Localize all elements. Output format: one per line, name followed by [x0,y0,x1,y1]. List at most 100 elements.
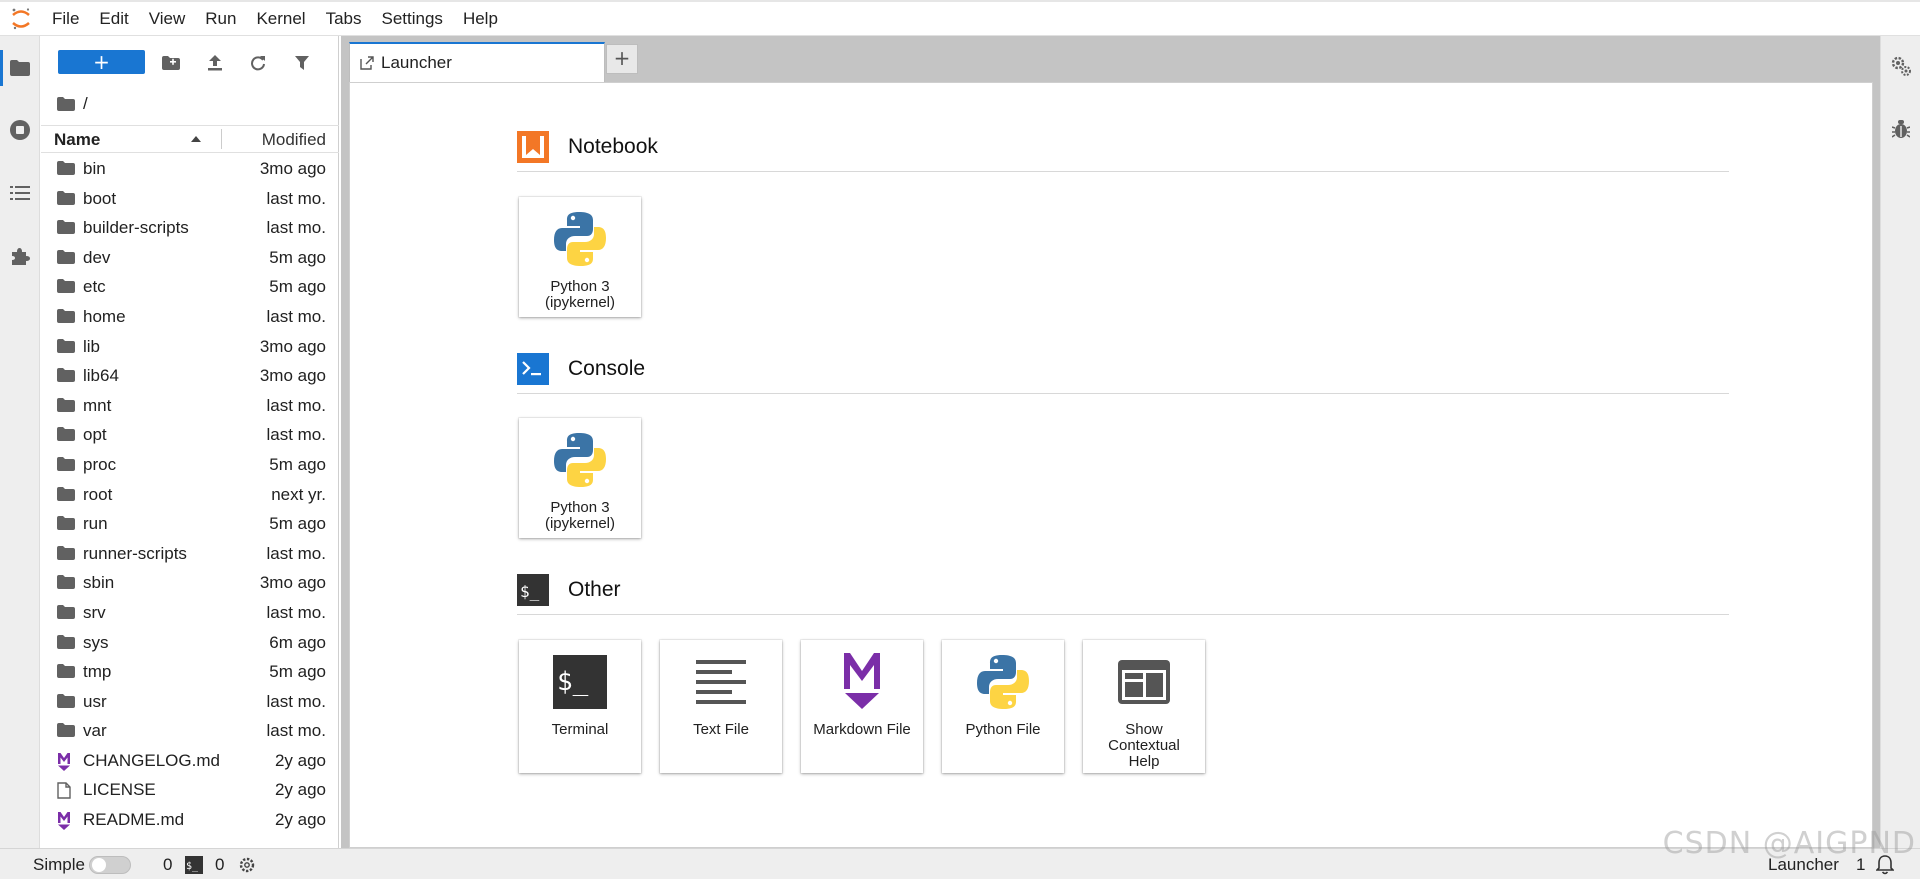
folder-icon [57,516,75,532]
folder-icon [57,279,75,295]
console-python3-card[interactable]: Python 3 (ipykernel) [519,418,641,538]
table-of-contents-icon[interactable] [8,181,32,205]
section-divider [517,614,1729,615]
menu-settings[interactable]: Settings [372,2,453,36]
file-name: var [83,721,107,741]
new-folder-icon[interactable] [160,52,182,74]
folder-icon [57,161,75,177]
kernel-status-gear-icon[interactable] [238,855,256,875]
file-row[interactable]: srv last mo. [41,598,339,628]
file-row[interactable]: usr last mo. [41,687,339,717]
contextual-help-card[interactable]: Show Contextual Help [1083,640,1205,773]
file-row[interactable]: var last mo. [41,716,339,746]
file-row[interactable]: lib64 3mo ago [41,361,339,391]
file-row[interactable]: sbin 3mo ago [41,568,339,598]
extensions-puzzle-icon[interactable] [8,244,32,268]
file-name: proc [83,454,117,474]
terminal-count[interactable]: 0 [215,855,224,875]
file-row[interactable]: bin 3mo ago [41,154,339,184]
new-tab-button[interactable]: + [606,44,638,74]
file-row[interactable]: home last mo. [41,302,339,332]
root-folder-icon[interactable] [57,97,75,111]
file-row[interactable]: CHANGELOG.md 2y ago [41,746,339,776]
file-row[interactable]: boot last mo. [41,184,339,214]
active-tab-indicator [0,50,3,86]
terminal-icon: $_ [519,650,641,714]
launcher-panel: Notebook Python 3 (ipykernel) Console Py… [349,82,1873,848]
running-sessions-icon[interactable] [8,118,32,142]
markdown-file-icon [57,812,75,831]
python-logo-icon [942,650,1064,714]
file-modified: last mo. [266,721,326,741]
file-row[interactable]: README.md 2y ago [41,805,339,835]
file-row[interactable]: opt last mo. [41,420,339,450]
file-row[interactable]: run 5m ago [41,509,339,539]
section-divider [517,393,1729,394]
menu-edit[interactable]: Edit [89,2,138,36]
tab-launcher[interactable]: Launcher [349,42,605,82]
file-row[interactable]: etc 5m ago [41,272,339,302]
file-modified: 3mo ago [259,159,326,178]
file-list: bin 3mo ago boot last mo. builder-scripts las… [41,154,339,835]
file-row[interactable]: dev 5m ago [41,243,339,273]
python-file-card[interactable]: Python File [942,640,1064,773]
file-row[interactable]: lib 3mo ago [41,332,339,362]
menu-tabs[interactable]: Tabs [316,2,372,36]
file-modified: last mo. [266,188,326,208]
text-file-icon [660,650,782,714]
folder-icon[interactable] [8,56,32,80]
menu-kernel[interactable]: Kernel [246,2,315,36]
file-name: run [83,514,108,534]
file-row[interactable]: LICENSE 2y ago [41,775,339,805]
file-row[interactable]: root next yr. [41,480,339,510]
breadcrumb-path[interactable]: / [83,94,88,114]
notebook-icon [517,131,549,163]
notebook-python3-card[interactable]: Python 3 (ipykernel) [519,197,641,317]
menu-bar: File Edit View Run Kernel Tabs Settings … [0,0,1920,36]
text-file-card[interactable]: Text File [660,640,782,773]
file-name: dev [83,247,111,267]
terminal-card[interactable]: $_ Terminal [519,640,641,773]
folder-icon [57,693,75,710]
file-name: bin [83,159,106,178]
filter-icon[interactable] [291,52,313,74]
sort-ascending-icon[interactable] [191,136,201,142]
simple-mode-toggle[interactable] [89,855,131,875]
terminal-status-icon[interactable]: $_ [185,855,203,875]
menu-view[interactable]: View [139,2,196,36]
file-name: sbin [83,573,115,593]
file-name: sys [83,632,109,652]
menu-file[interactable]: File [42,2,89,36]
folder-icon [57,397,75,414]
menu-help[interactable]: Help [453,2,508,36]
notebook-section-header: Notebook [517,131,1729,172]
refresh-icon[interactable] [247,52,269,74]
column-divider[interactable] [221,129,222,149]
new-launcher-button[interactable]: + [58,50,145,74]
upload-icon[interactable] [204,52,226,74]
file-row[interactable]: sys 6m ago [41,628,339,658]
card-label: Text File [693,721,749,738]
file-row[interactable]: proc 5m ago [41,450,339,480]
menu-run[interactable]: Run [195,2,246,36]
file-modified: last mo. [266,395,326,415]
kernel-count[interactable]: 0 [163,855,172,875]
console-icon [517,353,549,385]
console-section-title: Console [568,357,646,380]
card-label: Show [1125,721,1163,738]
folder-icon [57,664,75,680]
column-name-header[interactable]: Name [54,130,100,150]
file-row[interactable]: builder-scripts last mo. [41,213,339,243]
tab-launcher-label: Launcher [381,53,452,72]
file-modified: next yr. [271,484,326,504]
left-sidebar [0,36,40,848]
debugger-bug-icon[interactable] [1890,118,1912,140]
svg-text:$_: $_ [520,582,540,601]
file-row[interactable]: tmp 5m ago [41,657,339,687]
file-row[interactable]: mnt last mo. [41,391,339,421]
property-inspector-gears-icon[interactable] [1890,55,1912,77]
markdown-file-card[interactable]: Markdown File [801,640,923,773]
column-modified-header[interactable]: Modified [262,130,326,150]
file-row[interactable]: runner-scripts last mo. [41,539,339,569]
tab-bar: Launcher + [341,36,1880,82]
